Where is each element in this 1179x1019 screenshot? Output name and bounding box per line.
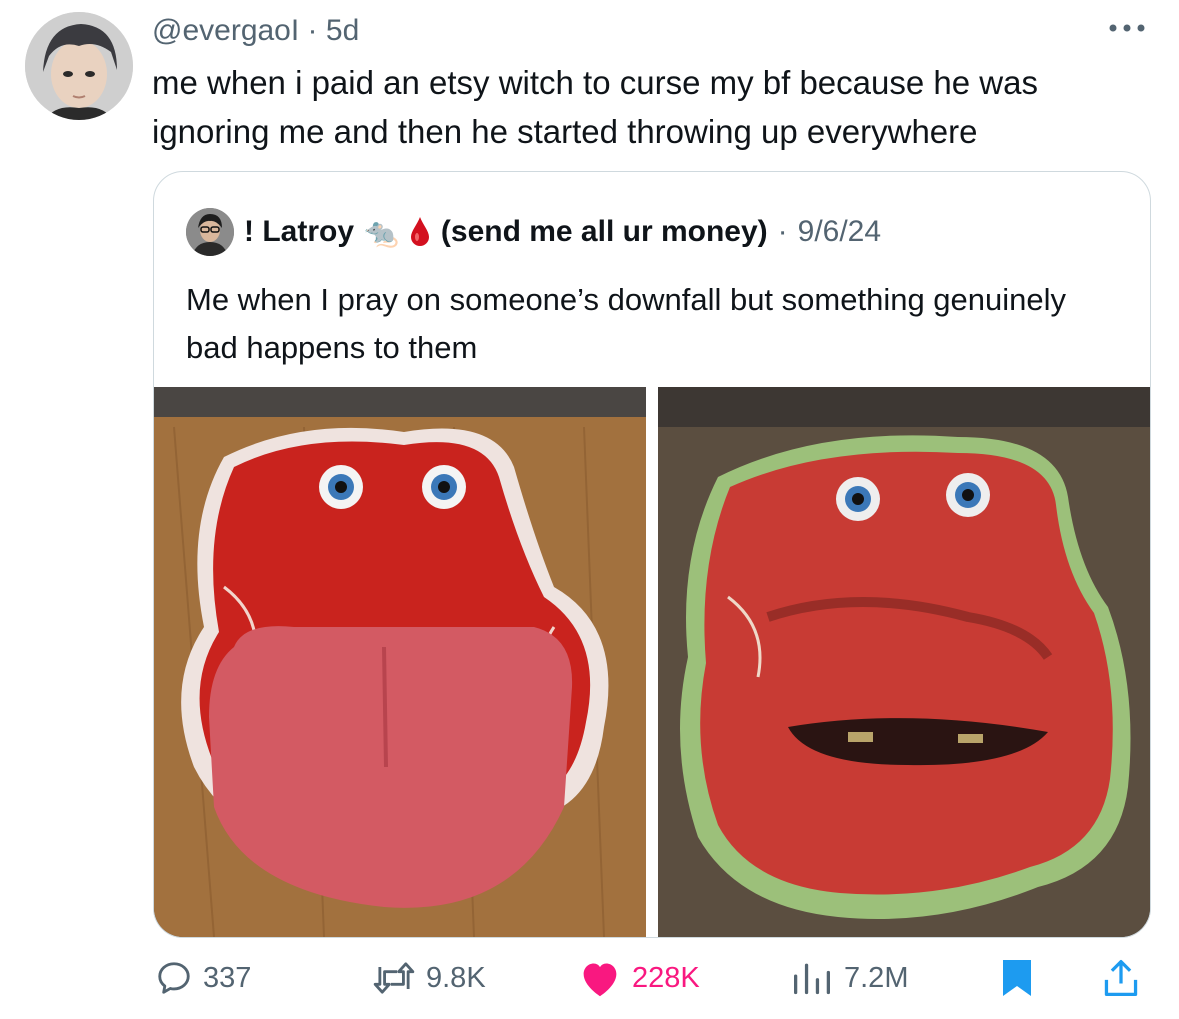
heart-icon (578, 958, 622, 998)
like-count: 228K (632, 961, 700, 994)
tweet-text: me when i paid an etsy witch to curse my… (152, 64, 1038, 150)
repost-count: 9.8K (426, 961, 486, 994)
quoted-text: Me when I pray on someone’s downfall but… (186, 282, 1067, 365)
action-bar: 337 9.8K 228K 7.2M (0, 948, 1179, 1008)
quoted-image-left[interactable] (154, 387, 646, 937)
quoted-author-name-suffix[interactable]: (send me all ur money) (441, 215, 768, 249)
quoted-author-name[interactable]: ! Latroy (244, 215, 354, 249)
tweet-time[interactable]: 5d (326, 14, 359, 47)
bookmark-button[interactable] (1001, 948, 1033, 1008)
views-chart-icon (790, 958, 834, 998)
quoted-image-right[interactable] (658, 387, 1150, 937)
header-separator: · (307, 14, 318, 47)
reply-button[interactable]: 337 (155, 948, 251, 1008)
repost-button[interactable]: 9.8K (372, 948, 486, 1008)
quoted-avatar-icon (186, 208, 234, 256)
tweet-header: @evergaoI · 5d (152, 14, 359, 48)
author-avatar[interactable] (25, 12, 133, 120)
more-options-button[interactable] (1107, 18, 1147, 43)
bookmark-icon (1001, 958, 1033, 998)
quoted-date[interactable]: 9/6/24 (798, 215, 881, 249)
views-button[interactable]: 7.2M (790, 948, 908, 1008)
views-count: 7.2M (844, 961, 909, 994)
reply-icon (155, 959, 193, 997)
rat-emoji: 🐀 (364, 216, 399, 248)
reply-count: 337 (203, 961, 252, 994)
quoted-author-avatar[interactable] (186, 208, 234, 256)
repost-icon (372, 959, 416, 997)
blood-drop-icon (410, 217, 429, 246)
quoted-separator: · (777, 215, 788, 248)
avatar-portrait-icon (25, 12, 133, 120)
share-icon (1102, 958, 1140, 998)
share-button[interactable] (1102, 948, 1140, 1008)
author-handle[interactable]: @evergaoI (152, 14, 299, 47)
like-button[interactable]: 228K (578, 948, 700, 1008)
quoted-media (154, 387, 1150, 937)
quoted-header: ! Latroy 🐀 (send me all ur money) · 9/6/… (186, 208, 881, 256)
more-dots-icon (1109, 24, 1145, 32)
quoted-tweet-card[interactable]: ! Latroy 🐀 (send me all ur money) · 9/6/… (153, 171, 1151, 938)
